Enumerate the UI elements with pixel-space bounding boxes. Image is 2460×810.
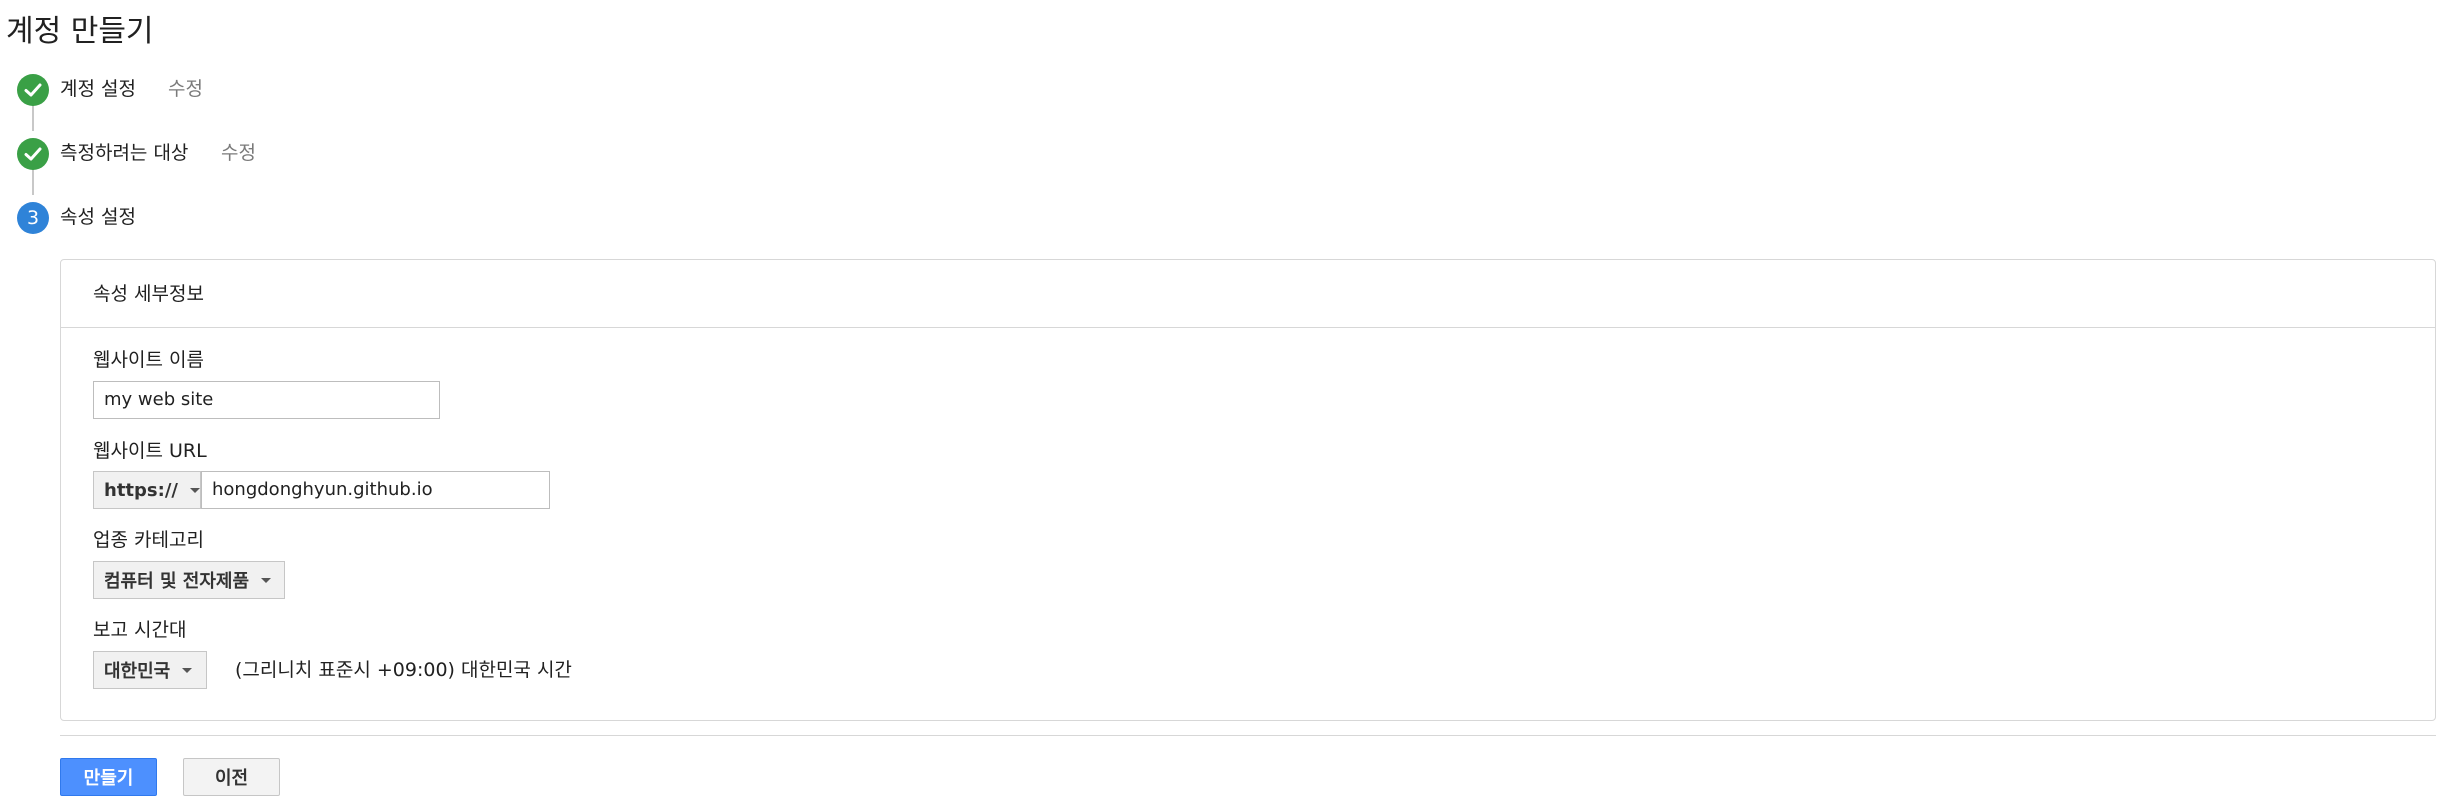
property-details-panel: 속성 세부정보 웹사이트 이름 my web site 웹사이트 URL htt…	[60, 259, 2436, 721]
step-complete-badge	[17, 74, 49, 106]
step-label-property-settings: 속성 설정	[60, 206, 136, 228]
reporting-timezone-label: 보고 시간대	[93, 619, 187, 641]
website-url-label: 웹사이트 URL	[93, 440, 207, 462]
timezone-country-value: 대한민국	[104, 661, 171, 682]
previous-button[interactable]: 이전	[183, 758, 280, 796]
step-connector	[32, 167, 34, 195]
industry-category-value: 컴퓨터 및 전자제품	[104, 571, 250, 592]
industry-category-dropdown[interactable]: 컴퓨터 및 전자제품	[93, 561, 285, 599]
step-number-badge: 3	[17, 202, 49, 234]
step-connector	[32, 103, 34, 131]
step-label-measure-target: 측정하려는 대상	[60, 142, 189, 164]
panel-title: 속성 세부정보	[93, 283, 204, 305]
step-edit-link-measure-target[interactable]: 수정	[221, 139, 256, 167]
step-label-account-settings: 계정 설정	[60, 78, 136, 100]
timezone-description: (그리니치 표준시 +09:00) 대한민국 시간	[235, 659, 572, 681]
website-url-input[interactable]: hongdonghyun.github.io	[201, 471, 550, 509]
step-complete-badge	[17, 138, 49, 170]
step-edit-link-account-settings[interactable]: 수정	[168, 75, 203, 103]
protocol-value: https://	[104, 479, 178, 501]
timezone-country-dropdown[interactable]: 대한민국	[93, 651, 207, 689]
industry-category-label: 업종 카테고리	[93, 529, 204, 551]
checkmark-icon	[24, 147, 42, 161]
panel-header: 속성 세부정보	[61, 260, 2435, 328]
caret-down-icon	[261, 577, 272, 583]
create-button[interactable]: 만들기	[60, 758, 157, 796]
website-name-input[interactable]: my web site	[93, 381, 440, 419]
protocol-dropdown[interactable]: https://	[93, 471, 201, 509]
caret-down-icon	[182, 667, 193, 673]
checkmark-icon	[24, 83, 42, 97]
divider	[60, 735, 2436, 736]
caret-down-icon	[189, 487, 200, 493]
website-name-label: 웹사이트 이름	[93, 349, 204, 371]
page-title: 계정 만들기	[6, 14, 154, 49]
